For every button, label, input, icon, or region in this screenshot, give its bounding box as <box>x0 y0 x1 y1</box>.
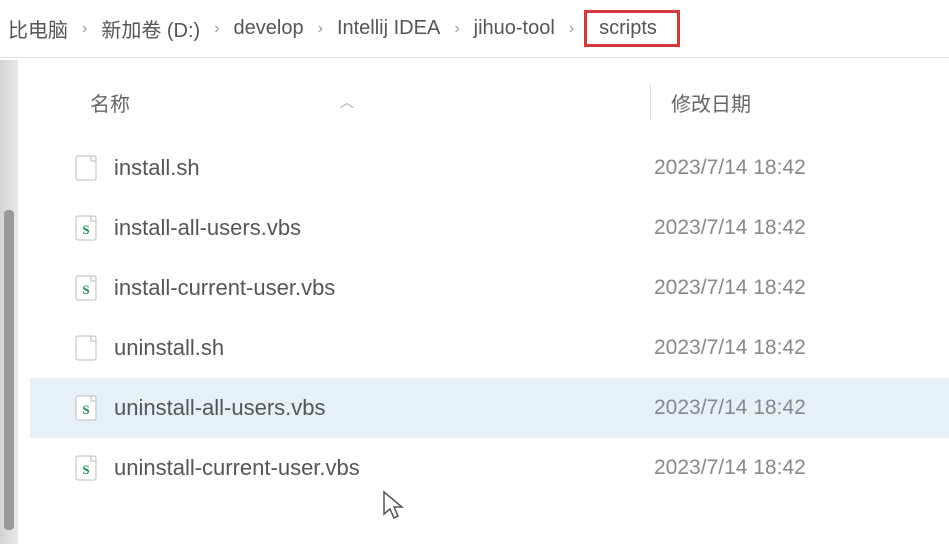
file-row[interactable]: uninstall.sh2023/7/14 18:42 <box>30 318 949 378</box>
file-name: uninstall-current-user.vbs <box>114 455 654 481</box>
vbs-file-icon: S <box>74 394 98 422</box>
chevron-right-icon: › <box>563 20 580 38</box>
column-headers: 名称 ︿ 修改日期 <box>30 76 949 138</box>
breadcrumb-item[interactable]: develop <box>226 15 312 42</box>
breadcrumb-item[interactable]: 新加卷 (D:) <box>93 12 208 45</box>
sort-caret-icon: ︿ <box>340 92 354 112</box>
file-name: install-all-users.vbs <box>114 215 654 241</box>
file-name: install.sh <box>114 155 654 181</box>
vbs-file-icon: S <box>74 454 98 482</box>
file-row[interactable]: Sinstall-all-users.vbs2023/7/14 18:42 <box>30 198 949 258</box>
vbs-file-icon: S <box>74 214 98 242</box>
file-name: uninstall-all-users.vbs <box>114 395 654 421</box>
chevron-right-icon: › <box>208 20 225 38</box>
svg-text:S: S <box>82 402 89 417</box>
scrollbar[interactable] <box>0 60 18 544</box>
file-row[interactable]: Suninstall-all-users.vbs2023/7/14 18:42 <box>30 378 949 438</box>
file-row[interactable]: Suninstall-current-user.vbs2023/7/14 18:… <box>30 438 949 498</box>
file-name: uninstall.sh <box>114 335 654 361</box>
file-date: 2023/7/14 18:42 <box>654 276 806 300</box>
file-list-panel: 名称 ︿ 修改日期 install.sh2023/7/14 18:42Sinst… <box>30 58 949 498</box>
column-header-label: 名称 <box>90 88 130 117</box>
file-date: 2023/7/14 18:42 <box>654 336 806 360</box>
file-date: 2023/7/14 18:42 <box>654 216 806 240</box>
column-divider <box>650 84 651 120</box>
vbs-file-icon: S <box>74 274 98 302</box>
breadcrumb-item-current[interactable]: scripts <box>584 10 680 47</box>
file-list: install.sh2023/7/14 18:42Sinstall-all-us… <box>30 138 949 498</box>
file-name: install-current-user.vbs <box>114 275 654 301</box>
column-header-date[interactable]: 修改日期 <box>671 88 751 117</box>
breadcrumb: 比电脑 › 新加卷 (D:) › develop › Intellij IDEA… <box>0 0 949 58</box>
column-header-name[interactable]: 名称 ︿ <box>30 88 650 117</box>
svg-text:S: S <box>82 282 89 297</box>
svg-text:S: S <box>82 222 89 237</box>
svg-text:S: S <box>82 462 89 477</box>
chevron-right-icon: › <box>448 20 465 38</box>
file-row[interactable]: Sinstall-current-user.vbs2023/7/14 18:42 <box>30 258 949 318</box>
file-icon <box>74 334 98 362</box>
chevron-right-icon: › <box>76 20 93 38</box>
column-header-label: 修改日期 <box>671 94 751 116</box>
file-date: 2023/7/14 18:42 <box>654 156 806 180</box>
breadcrumb-item[interactable]: 比电脑 <box>0 12 76 45</box>
file-row[interactable]: install.sh2023/7/14 18:42 <box>30 138 949 198</box>
breadcrumb-item[interactable]: Intellij IDEA <box>329 15 448 42</box>
chevron-right-icon: › <box>312 20 329 38</box>
file-icon <box>74 154 98 182</box>
file-date: 2023/7/14 18:42 <box>654 396 806 420</box>
file-date: 2023/7/14 18:42 <box>654 456 806 480</box>
breadcrumb-item[interactable]: jihuo-tool <box>466 15 563 42</box>
